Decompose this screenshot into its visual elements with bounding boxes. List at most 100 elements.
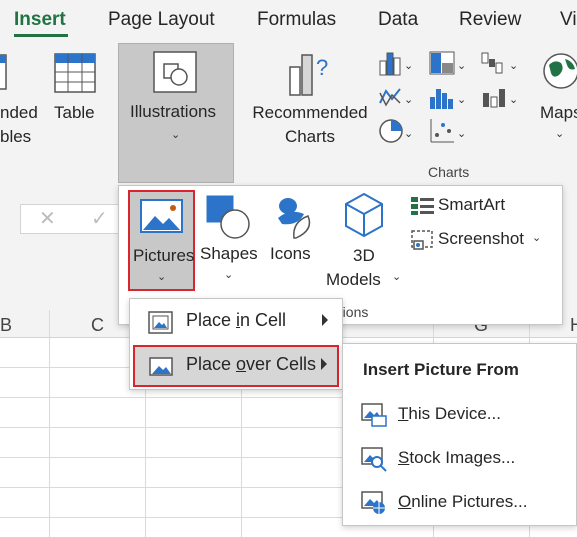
tab-review[interactable]: Review <box>459 9 521 31</box>
screenshot-button[interactable]: Screenshot ⌄ <box>408 227 548 253</box>
tab-view[interactable]: Vi <box>560 9 577 31</box>
place-in-cell-item[interactable]: Place in Cell <box>130 302 342 344</box>
active-tab-indicator <box>14 34 68 37</box>
hierarchy-chart-icon: ⌄ <box>429 51 466 75</box>
illustrations-chevron-icon: ⌄ <box>171 129 181 141</box>
svg-text:⌄: ⌄ <box>509 59 518 72</box>
shapes-chevron-icon: ⌄ <box>224 269 234 281</box>
stock-images-label: Stock Images... <box>398 448 516 467</box>
column-chart-button[interactable]: ⌄ <box>378 49 418 77</box>
formula-bar-buttons: ✕ ✓ <box>20 204 130 234</box>
grid-column-line <box>49 310 50 537</box>
place-over-cells-label: Place over Cells <box>186 354 317 374</box>
table-label: Table <box>54 103 95 122</box>
pictures-submenu: Place in Cell Place over Cells <box>129 298 343 390</box>
screenshot-chevron-icon: ⌄ <box>532 232 542 244</box>
recommended-charts-button[interactable]: ? Recommended Charts <box>248 43 372 183</box>
svg-text:⌄: ⌄ <box>457 127 466 140</box>
table-icon <box>54 53 96 93</box>
3d-models-button[interactable]: 3D Models ⌄ <box>326 190 404 290</box>
this-device-icon <box>361 403 387 427</box>
charts-group-label: Charts <box>428 164 470 180</box>
globe-icon <box>543 53 577 89</box>
illustrations-label: Illustrations <box>130 102 216 121</box>
combo-chart-button[interactable]: ⌄ <box>480 83 522 111</box>
smartart-button[interactable]: SmartArt <box>408 193 528 219</box>
scatter-chart-button[interactable]: ⌄ <box>428 117 470 145</box>
smartart-label: SmartArt <box>438 195 506 214</box>
online-pictures-icon <box>361 491 385 514</box>
tab-formulas[interactable]: Formulas <box>257 9 336 31</box>
shapes-icon <box>206 195 250 239</box>
column-header-h[interactable]: H <box>570 315 577 336</box>
pivot-label-line2: bles <box>0 127 32 146</box>
line-chart-button[interactable]: ⌄ <box>378 83 418 111</box>
3d-models-chevron-icon: ⌄ <box>392 271 402 283</box>
shapes-button[interactable]: Shapes ⌄ <box>199 190 261 290</box>
combo-chart-icon: ⌄ <box>483 89 518 108</box>
ribbon-tab-bar: Insert Page Layout Formulas Data Review … <box>0 0 577 43</box>
svg-text:⌄: ⌄ <box>457 93 466 106</box>
screenshot-label: Screenshot <box>438 229 524 248</box>
svg-text:⌄: ⌄ <box>404 59 413 72</box>
column-header-c[interactable]: C <box>91 315 104 336</box>
svg-text:⌄: ⌄ <box>457 59 466 72</box>
maps-button[interactable]: Maps ⌄ <box>535 43 577 183</box>
pictures-chevron-icon: ⌄ <box>157 271 167 283</box>
pie-chart-icon: ⌄ <box>379 119 413 143</box>
waterfall-chart-icon: ⌄ <box>481 52 518 74</box>
pictures-button[interactable]: Pictures ⌄ <box>128 190 195 291</box>
maps-chevron-icon: ⌄ <box>555 128 565 140</box>
pivot-label-line1: nded <box>0 103 38 122</box>
insert-picture-from-title: Insert Picture From <box>363 360 519 379</box>
cancel-icon[interactable]: ✕ <box>39 206 56 231</box>
stock-images-item[interactable]: Stock Images... <box>343 440 576 480</box>
svg-text:⌄: ⌄ <box>509 93 518 106</box>
cube-icon <box>345 192 383 238</box>
picture-icon <box>140 199 183 233</box>
svg-text:⌄: ⌄ <box>404 127 413 140</box>
this-device-label: This Device... <box>398 404 501 423</box>
submenu-arrow-icon <box>321 358 327 370</box>
pivot-table-icon <box>0 54 7 90</box>
pivot-table-button[interactable]: nded bles <box>0 43 44 183</box>
table-button[interactable]: Table <box>48 43 108 183</box>
scatter-chart-icon: ⌄ <box>430 119 466 143</box>
illustrations-button[interactable]: Illustrations ⌄ <box>118 43 234 183</box>
hierarchy-chart-button[interactable]: ⌄ <box>428 49 470 77</box>
icons-label: Icons <box>270 244 311 263</box>
online-pictures-item[interactable]: Online Pictures... <box>343 484 576 524</box>
recommended-label-line1: Recommended <box>252 103 368 122</box>
svg-text:⌄: ⌄ <box>404 93 413 106</box>
recommended-charts-icon: ? <box>289 54 328 96</box>
tab-page-layout[interactable]: Page Layout <box>108 9 215 31</box>
bird-leaf-icon <box>278 198 311 239</box>
line-chart-icon: ⌄ <box>379 88 413 107</box>
tab-insert[interactable]: Insert <box>14 9 66 31</box>
insert-picture-from-panel: Insert Picture From This Device... Stock… <box>342 343 577 526</box>
icons-button[interactable]: Icons <box>266 190 322 290</box>
waterfall-chart-button[interactable]: ⌄ <box>480 49 522 77</box>
stock-images-icon <box>361 447 387 472</box>
shapes-label: Shapes <box>200 244 258 263</box>
screenshot-icon <box>411 230 433 250</box>
ribbon-body: nded bles Table Illustrations ⌄ ? Recomm… <box>0 43 577 185</box>
place-over-cells-icon <box>149 357 173 376</box>
3d-models-label-line1: 3D <box>353 246 375 265</box>
3d-models-label-line2: Models <box>326 270 381 289</box>
place-over-cells-item[interactable]: Place over Cells <box>133 345 339 387</box>
smartart-icon <box>411 197 434 215</box>
maps-label: Maps <box>540 103 577 122</box>
this-device-item[interactable]: This Device... <box>343 396 576 436</box>
statistic-chart-button[interactable]: ⌄ <box>428 83 470 111</box>
illustrations-icon <box>153 51 197 93</box>
online-pictures-label: Online Pictures... <box>398 492 528 511</box>
recommended-label-line2: Charts <box>284 127 336 146</box>
tab-data[interactable]: Data <box>378 9 418 31</box>
pie-chart-button[interactable]: ⌄ <box>378 117 418 145</box>
enter-icon[interactable]: ✓ <box>91 206 108 231</box>
svg-text:?: ? <box>316 55 328 80</box>
place-in-cell-icon <box>148 311 173 334</box>
statistic-chart-icon: ⌄ <box>430 89 466 109</box>
column-header-b[interactable]: B <box>0 315 12 336</box>
